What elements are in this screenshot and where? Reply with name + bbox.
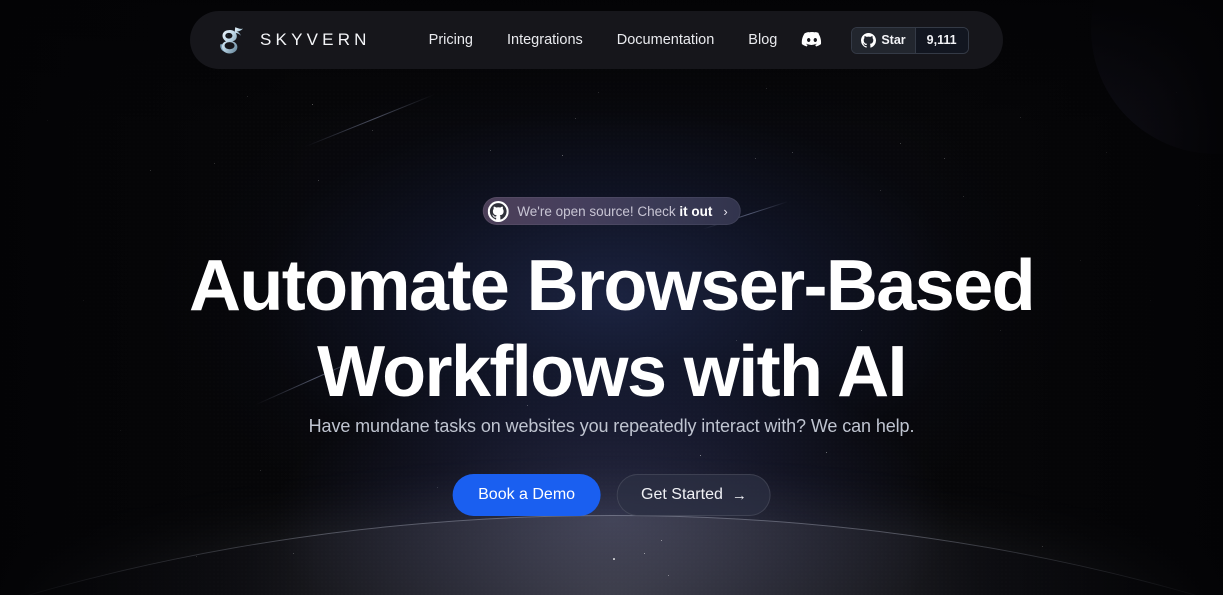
nav-link-blog[interactable]: Blog: [748, 32, 777, 48]
chevron-right-icon: ›: [723, 203, 728, 219]
discord-icon: [802, 31, 822, 47]
open-source-badge[interactable]: We're open source! Check it out ›: [482, 197, 741, 225]
star: [562, 155, 564, 157]
star: [700, 455, 702, 457]
page-title: Automate Browser-Based Workflows with AI: [62, 243, 1162, 415]
main-navbar: SKYVERN Pricing Integrations Documentati…: [190, 11, 1003, 69]
headline-line-2: Workflows with AI: [317, 332, 907, 412]
badge-text-bold: it out: [679, 203, 713, 219]
nav-links: Pricing Integrations Documentation Blog: [429, 32, 778, 48]
star: [490, 150, 491, 151]
star: [247, 96, 248, 97]
github-icon: [487, 200, 509, 222]
planet-horizon-line: [0, 515, 1223, 595]
star: [668, 575, 670, 577]
star: [1020, 117, 1021, 118]
star: [766, 88, 767, 89]
get-started-label: Get Started: [641, 486, 723, 503]
planet-top-right: [1091, 0, 1223, 154]
get-started-button[interactable]: Get Started →: [617, 474, 771, 516]
star: [826, 452, 828, 454]
star: [880, 190, 881, 191]
star: [575, 118, 576, 119]
hero-page: SKYVERN Pricing Integrations Documentati…: [0, 0, 1223, 595]
star: [214, 163, 215, 164]
star: [944, 158, 946, 160]
star: [1106, 152, 1107, 153]
star: [613, 558, 615, 560]
star: [661, 540, 663, 542]
headline-line-1: Automate Browser-Based: [188, 246, 1036, 326]
star: [900, 143, 901, 144]
star: [755, 158, 756, 159]
star: [1198, 205, 1199, 206]
star: [792, 152, 793, 153]
star: [293, 553, 295, 555]
cta-row: Book a Demo Get Started →: [452, 474, 771, 516]
github-star-button[interactable]: Star 9,111: [851, 26, 969, 54]
skyvern-dragon-logo-icon: [220, 27, 244, 54]
nav-link-pricing[interactable]: Pricing: [429, 32, 473, 48]
planet-horizon: [0, 515, 1223, 595]
star: [312, 104, 314, 106]
star: [1176, 92, 1177, 93]
github-star-count: 9,111: [914, 27, 968, 53]
star: [1042, 546, 1044, 548]
badge-text-normal: We're open source! Check: [517, 203, 680, 219]
star: [598, 92, 599, 93]
star: [47, 120, 48, 121]
hero-subtitle: Have mundane tasks on websites you repea…: [308, 416, 915, 436]
star: [196, 556, 197, 557]
arrow-right-icon: →: [731, 486, 747, 504]
brand-name: SKYVERN: [260, 30, 371, 49]
star: [644, 553, 646, 555]
github-star-left: Star: [852, 27, 915, 53]
open-source-badge-text: We're open source! Check it out: [517, 204, 712, 219]
brand[interactable]: SKYVERN: [214, 23, 371, 57]
star: [963, 196, 964, 197]
star: [260, 470, 261, 471]
github-star-label: Star: [881, 33, 906, 47]
star: [318, 180, 319, 181]
nav-link-documentation[interactable]: Documentation: [617, 32, 715, 48]
star: [437, 487, 438, 488]
book-a-demo-button[interactable]: Book a Demo: [452, 474, 602, 516]
star: [150, 170, 152, 172]
discord-link[interactable]: [799, 27, 825, 53]
github-icon: [861, 32, 877, 48]
star: [372, 130, 373, 131]
nav-link-integrations[interactable]: Integrations: [507, 32, 583, 48]
shooting-star: [304, 93, 436, 148]
